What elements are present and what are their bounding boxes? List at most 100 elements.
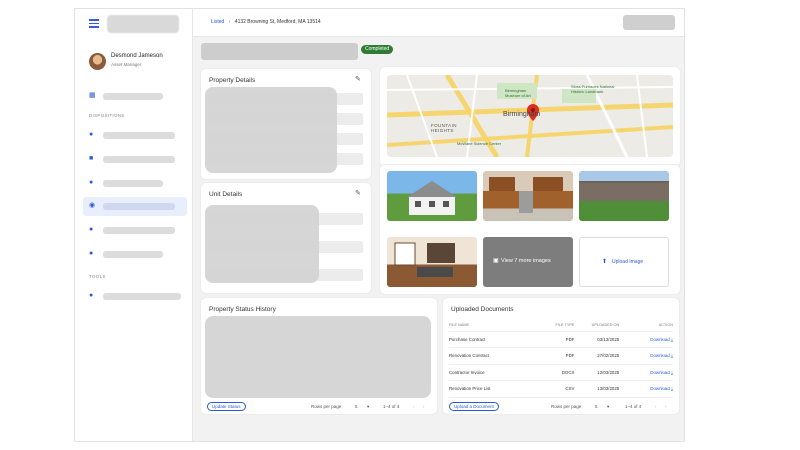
download-link[interactable]: Download [650, 353, 670, 358]
file-type: CSV [543, 380, 575, 398]
breadcrumb: Listed › 4132 Browning St, Medford, MA 1… [211, 19, 321, 25]
target-icon: ◉ [89, 202, 96, 209]
download-icon[interactable]: ⤓ [671, 353, 673, 358]
file-name: Contractor Invoice [449, 364, 544, 381]
table-row: Renovation Price List CSV 13/03/2025 Dow… [449, 380, 673, 398]
sidebar-item-label-redacted [103, 251, 163, 258]
view-more-images-label: View 7 more images [501, 258, 551, 264]
table-header-row: FILE NAME FILE TYPE UPLOADED ON ACTION [449, 319, 673, 332]
next-page-icon[interactable]: › [423, 404, 425, 409]
file-name: Purchase Contract [449, 331, 544, 348]
page-title-redacted [201, 43, 358, 60]
property-details-redacted [205, 87, 337, 173]
status-badge: Completed [361, 45, 394, 54]
top-bar: Listed › 4132 Browning St, Medford, MA 1… [193, 9, 684, 37]
breadcrumb-listed-link[interactable]: Listed [211, 19, 224, 25]
upload-image-button[interactable]: ⬆ Upload Image [579, 237, 669, 287]
user-name: Desmond Jameson [111, 53, 163, 59]
download-link[interactable]: Download [650, 337, 670, 342]
top-action-button-redacted[interactable] [623, 15, 675, 30]
next-page-icon[interactable]: › [665, 404, 667, 409]
file-type: PDF [543, 331, 575, 348]
download-cell: Download ⤓ [619, 347, 673, 365]
sidebar-item-5[interactable]: ● [83, 221, 187, 240]
images-icon: ▣ [493, 258, 499, 264]
sidebar-item-dashboard[interactable]: ▦ [83, 87, 187, 106]
sidebar-item-3[interactable]: ● [83, 174, 187, 193]
file-type: PDF [543, 347, 575, 365]
update-status-button[interactable]: Update Status [207, 402, 246, 411]
sidebar-item-1[interactable]: ● [83, 126, 187, 145]
pagination-range: 1–4 of 4 [625, 404, 642, 409]
logo-redacted [107, 15, 179, 33]
tool-icon: ● [89, 292, 94, 299]
unit-details-card: Unit Details ✎ [201, 183, 371, 293]
file-name: Renovation Price List [449, 380, 544, 398]
uploaded-documents-title: Uploaded Documents [451, 306, 514, 313]
download-link[interactable]: Download [650, 386, 670, 391]
property-photo-living-room[interactable] [387, 237, 477, 287]
user-role: Asset Manager [111, 62, 142, 67]
download-cell: Download ⤓ [619, 380, 673, 398]
download-icon[interactable]: ⤓ [671, 337, 673, 342]
table-row: Renovation Contract PDF 27/02/2025 Downl… [449, 347, 673, 365]
status-history-title: Property Status History [209, 306, 276, 313]
sidebar-item-label-redacted [103, 180, 163, 187]
avatar [89, 53, 106, 70]
section-label-dispositions: DISPOSITIONS [89, 113, 125, 118]
house-exterior-image [407, 181, 457, 215]
chevron-down-icon[interactable]: ▾ [607, 404, 609, 410]
download-link[interactable]: Download [650, 370, 670, 375]
edit-icon[interactable]: ✎ [355, 76, 363, 84]
map[interactable]: Birmingham Museum of Art Sloss Furnaces … [387, 75, 673, 157]
property-details-title: Property Details [209, 77, 256, 84]
download-icon[interactable]: ⤓ [671, 370, 673, 375]
unit-details-redacted [205, 205, 319, 283]
sidebar-item-tool[interactable]: ● [83, 287, 187, 306]
sidebar-item-4-active[interactable]: ◉ [83, 197, 187, 216]
download-cell: Download ⤓ [619, 331, 673, 348]
file-name: Renovation Contract [449, 347, 544, 365]
sidebar-item-label-redacted [103, 132, 175, 139]
location-pin-icon: ● [89, 179, 94, 186]
living-room-image [394, 242, 455, 277]
upload-icon: ⬆ [602, 259, 608, 265]
uploaded-on: 12/03/2025 [574, 364, 620, 381]
property-photo-backyard[interactable] [579, 171, 669, 221]
edit-icon[interactable]: ✎ [355, 190, 363, 198]
breadcrumb-address: 4132 Browning St, Medford, MA 13514 [234, 19, 321, 25]
location-check-icon: ● [89, 226, 94, 233]
property-photo-exterior[interactable] [387, 171, 477, 221]
backyard-image [579, 183, 669, 201]
grid-icon: ▦ [89, 92, 96, 99]
sidebar-item-2[interactable]: ■ [83, 150, 187, 169]
pagination-range: 1–4 of 4 [383, 404, 400, 409]
uploaded-on: 03/13/2025 [574, 331, 620, 348]
map-label: Birmingham Museum of Art [505, 88, 531, 98]
section-label-tools: TOOLS [89, 274, 106, 279]
truck-icon: ■ [89, 155, 94, 162]
map-label: Birmingham [503, 111, 541, 118]
status-history-card: Property Status History Update Status Ro… [201, 298, 437, 414]
view-more-images-button[interactable]: ▣ View 7 more images [483, 237, 573, 287]
rows-per-page-select[interactable]: 5 [355, 404, 358, 409]
download-icon[interactable]: ⤓ [671, 386, 673, 391]
map-label: FOUNTAIN HEIGHTS [431, 123, 457, 133]
column-header-file-name: FILE NAME [449, 319, 544, 332]
column-header-file-type: FILE TYPE [543, 319, 575, 332]
rows-per-page-select[interactable]: 5 [595, 404, 598, 409]
upload-document-button[interactable]: Upload a Document [449, 402, 499, 411]
sidebar-item-6[interactable]: ● [83, 245, 187, 264]
chevron-down-icon[interactable]: ▾ [367, 404, 369, 410]
prev-page-icon[interactable]: ‹ [413, 404, 415, 409]
property-photo-kitchen[interactable] [483, 171, 573, 221]
prev-page-icon[interactable]: ‹ [655, 404, 657, 409]
map-label: McWane Science Center [457, 141, 502, 146]
app-window: Desmond Jameson Asset Manager ▦ DISPOSIT… [74, 8, 685, 442]
menu-icon[interactable] [89, 19, 99, 28]
sidebar-item-label-redacted [103, 203, 175, 210]
uploaded-on: 27/02/2025 [574, 347, 620, 365]
download-cell: Download ⤓ [619, 364, 673, 381]
kitchen-image [489, 177, 563, 213]
documents-table: FILE NAME FILE TYPE UPLOADED ON ACTION P… [449, 319, 673, 398]
